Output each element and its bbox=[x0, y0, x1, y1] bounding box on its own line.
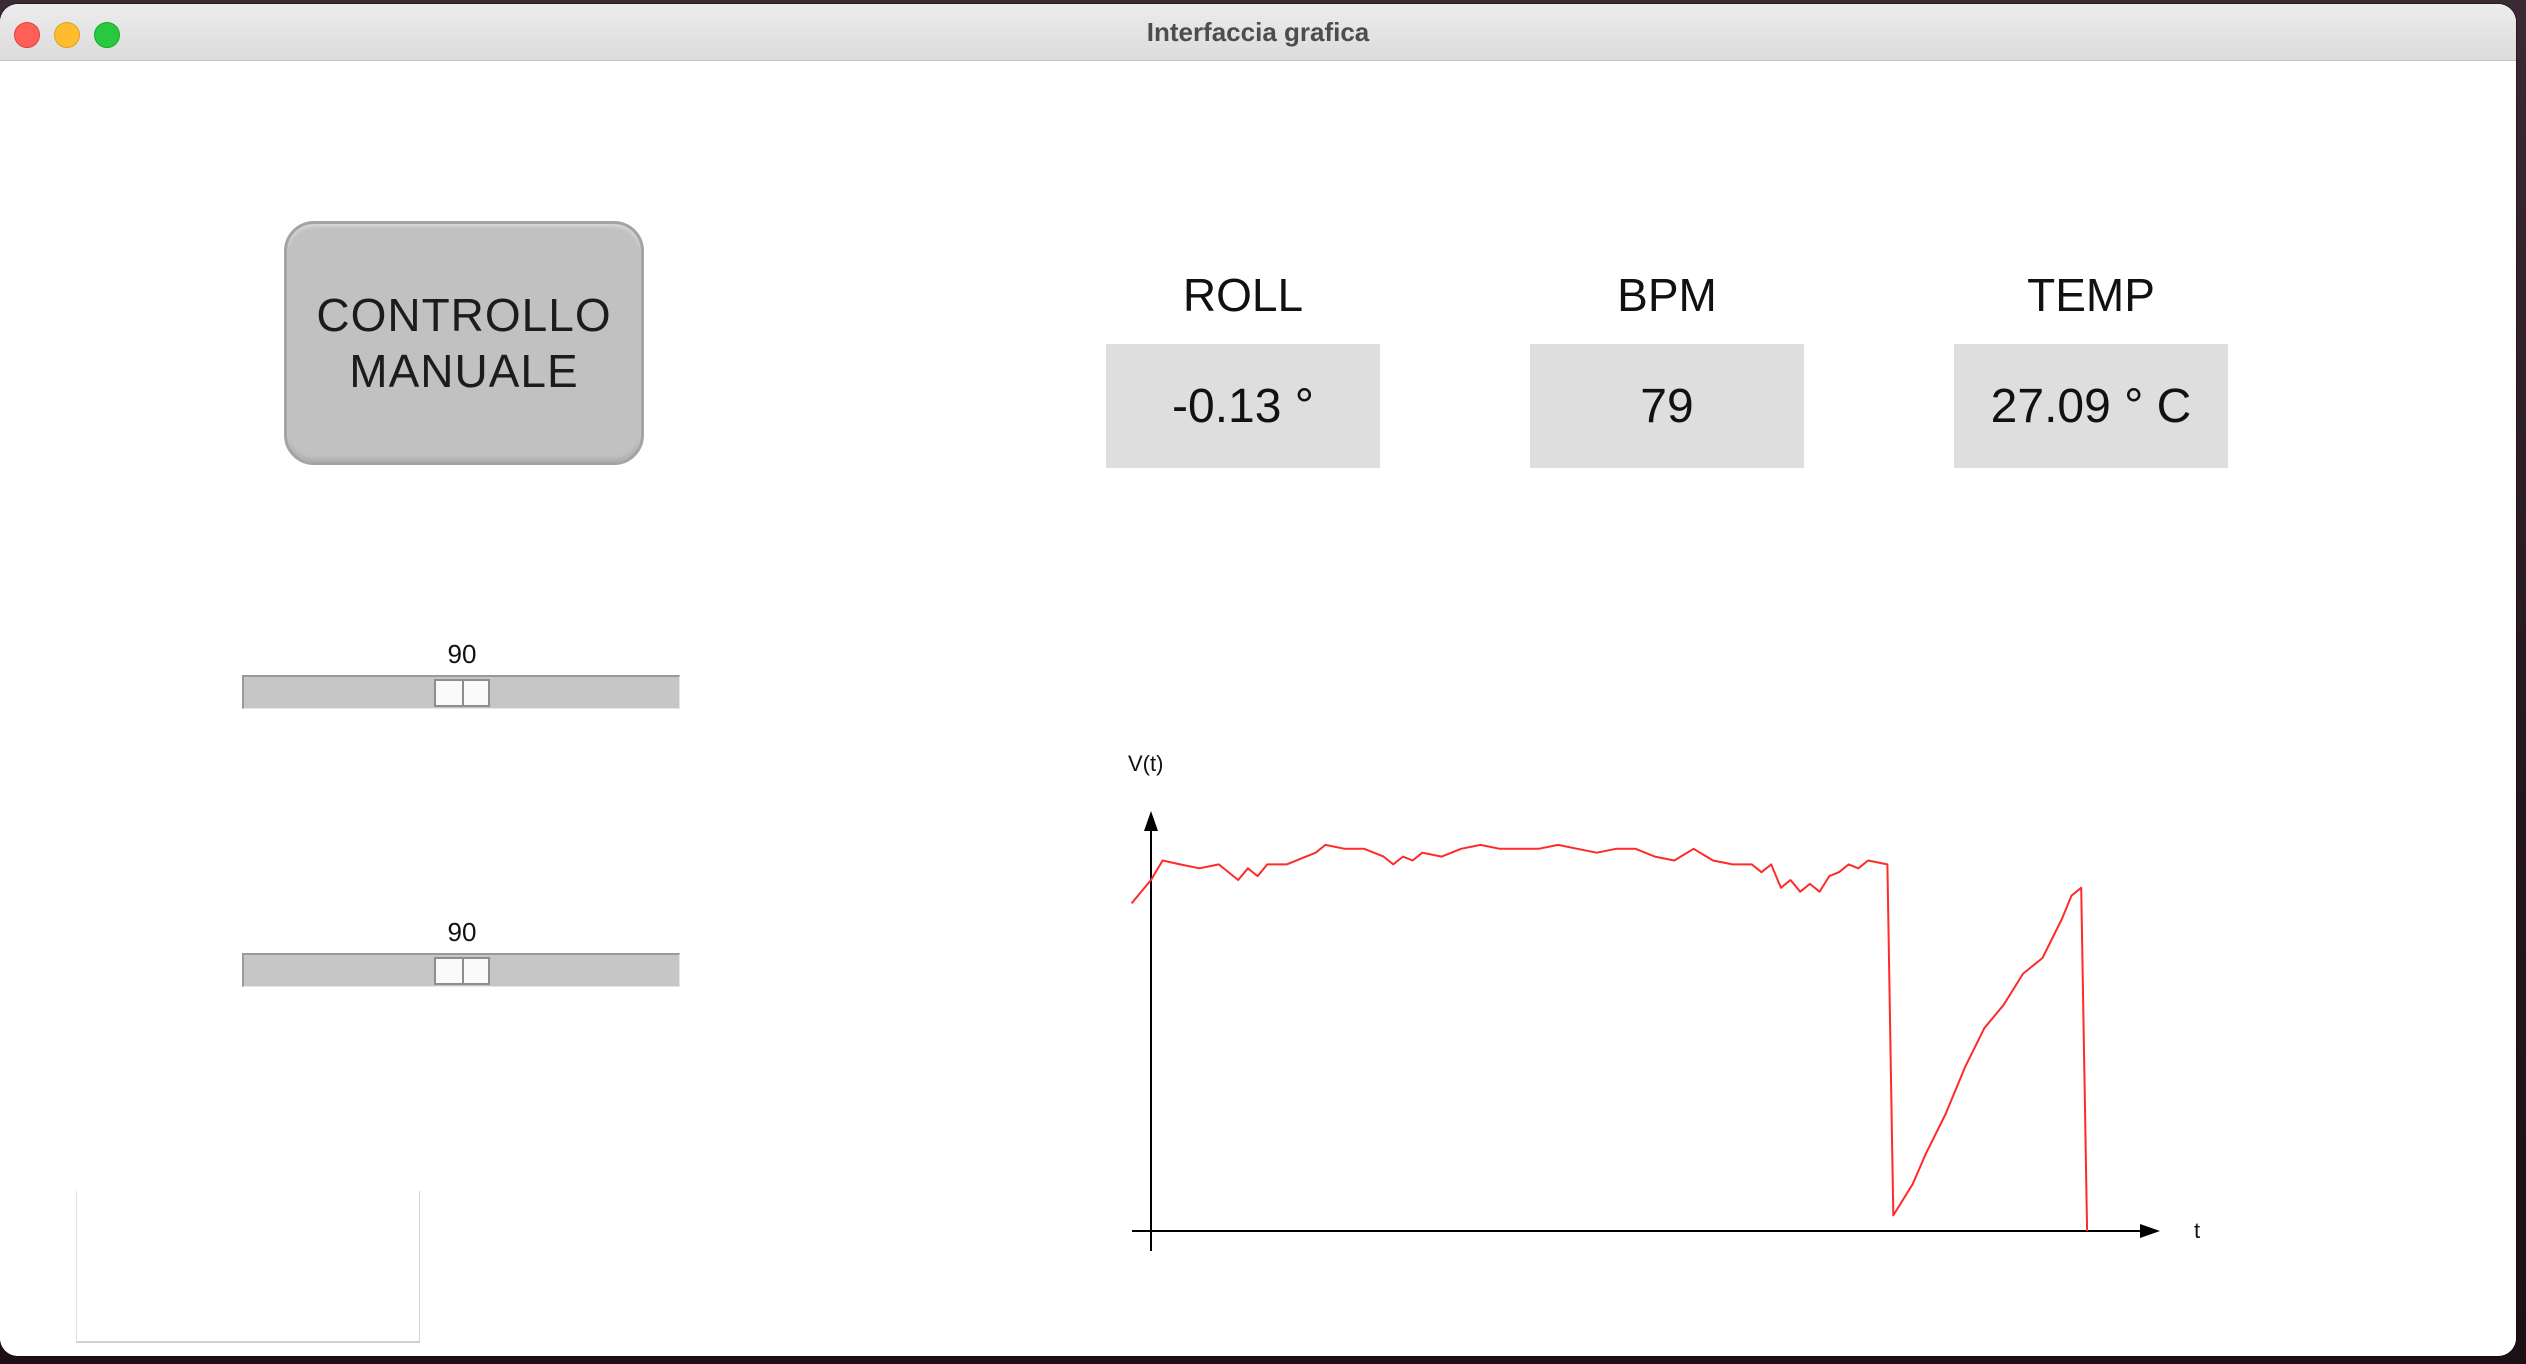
bpm-label: BPM bbox=[1617, 269, 1717, 321]
app-window: Interfaccia grafica CONTROLLO MANUALE 90… bbox=[0, 4, 2516, 1356]
y-axis-label: V(t) bbox=[1128, 751, 1163, 776]
temp-value: 27.09 ° C bbox=[1990, 379, 2192, 433]
window-content: CONTROLLO MANUALE 90 90 ROLL -0.13 ° BPM… bbox=[0, 61, 2516, 1356]
bpm-value-box: 79 bbox=[1530, 344, 1804, 468]
roll-value: -0.13 ° bbox=[1172, 379, 1314, 433]
slider-1-thumb[interactable] bbox=[434, 679, 490, 707]
slider-2[interactable] bbox=[242, 953, 680, 987]
x-axis-arrow bbox=[2140, 1224, 2160, 1238]
title-bar[interactable]: Interfaccia grafica bbox=[0, 4, 2516, 61]
empty-panel bbox=[76, 1191, 420, 1343]
roll-label: ROLL bbox=[1182, 269, 1304, 321]
x-axis-label: t bbox=[2194, 1218, 2200, 1243]
slider-1-value: 90 bbox=[447, 639, 477, 669]
bpm-value: 79 bbox=[1640, 379, 1694, 433]
window-title: Interfaccia grafica bbox=[1146, 17, 1370, 47]
manual-control-button-label: CONTROLLO MANUALE bbox=[316, 289, 612, 397]
temp-label: TEMP bbox=[2027, 269, 2155, 321]
temp-value-box: 27.09 ° C bbox=[1954, 344, 2228, 468]
slider-2-value: 90 bbox=[447, 917, 477, 947]
roll-value-box: -0.13 ° bbox=[1106, 344, 1380, 468]
slider-1[interactable] bbox=[242, 675, 680, 709]
voltage-chart: V(t) t bbox=[1128, 751, 2200, 1251]
manual-control-button[interactable]: CONTROLLO MANUALE bbox=[284, 221, 644, 465]
y-axis-arrow bbox=[1144, 811, 1158, 831]
signal-series-line bbox=[1130, 843, 2089, 1232]
slider-2-thumb[interactable] bbox=[434, 957, 490, 985]
